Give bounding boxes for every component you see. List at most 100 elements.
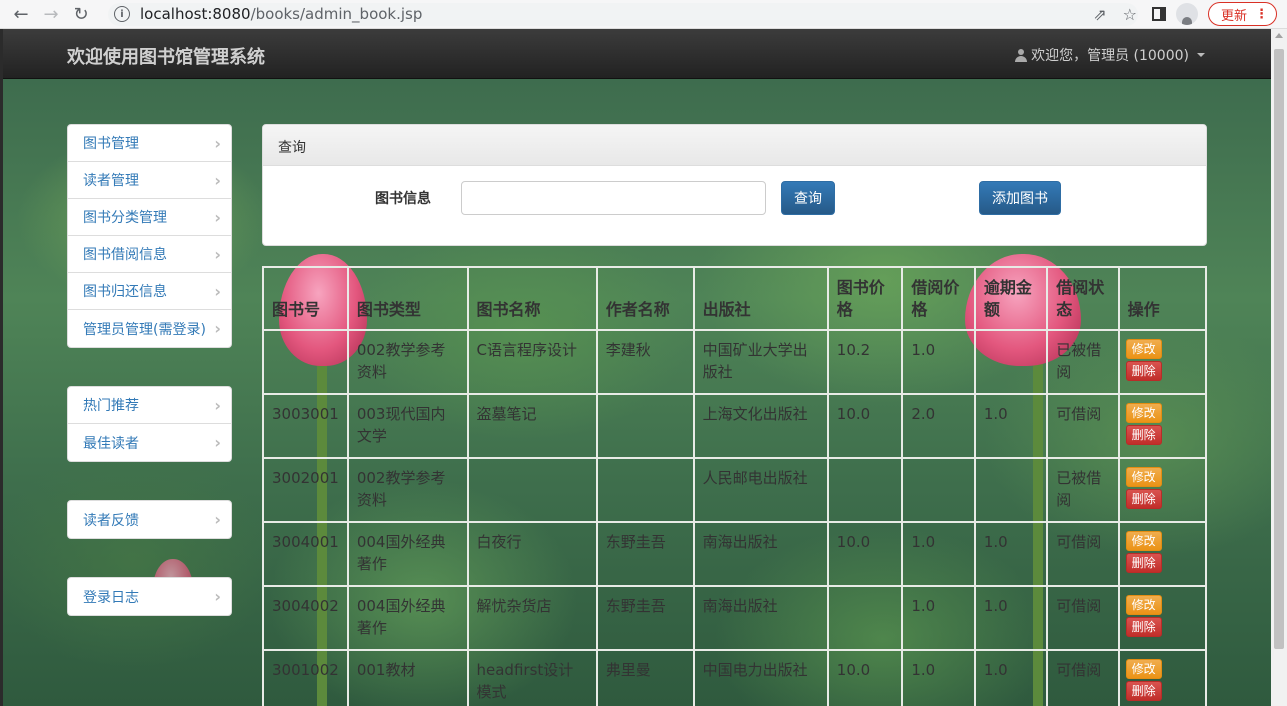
- profile-avatar[interactable]: [1175, 3, 1198, 25]
- menu-dots-icon: ⋮: [1255, 6, 1268, 22]
- sidebar-item-hot-recommend[interactable]: 热门推荐 ›: [68, 387, 231, 424]
- chevron-right-icon: ›: [214, 281, 221, 301]
- share-icon[interactable]: ⇗: [1093, 5, 1106, 24]
- header-book-name: 图书名称: [466, 266, 598, 331]
- edit-button[interactable]: 修改: [1125, 659, 1162, 679]
- header-actions: 操作: [1117, 266, 1208, 331]
- books-table: 图书号 图书类型 图书名称 作者名称 出版社 图书价格 借阅价格 逾期金额 借阅…: [262, 266, 1208, 706]
- chevron-right-icon: ›: [214, 133, 221, 153]
- delete-button[interactable]: 删除: [1125, 617, 1162, 637]
- sidebar-item-label: 图书归还信息: [83, 284, 167, 300]
- brand-title[interactable]: 欢迎使用图书馆管理系统: [67, 43, 265, 69]
- cell-book-type: 003现代国内文学: [346, 393, 469, 459]
- side-panel-icon[interactable]: [1151, 7, 1166, 21]
- sidebar-item-label: 图书借阅信息: [83, 247, 167, 263]
- info-icon[interactable]: i: [114, 6, 130, 22]
- edit-button[interactable]: 修改: [1125, 595, 1162, 615]
- cell-borrow-price: [901, 457, 976, 523]
- sidebar-group-log: 登录日志 ›: [67, 577, 232, 616]
- delete-button[interactable]: 删除: [1125, 681, 1162, 701]
- sidebar-group-recommend: 热门推荐 › 最佳读者 ›: [67, 386, 232, 462]
- cell-book-name: [466, 457, 598, 523]
- cell-book-id: 3004001: [262, 521, 349, 587]
- update-label: 更新: [1220, 8, 1247, 24]
- table-row: 3004002 004国外经典著作 解忧杂货店 东野圭吾 南海出版社 1.0 1.0 可借阅修…: [262, 585, 1208, 651]
- cell-book-id: 3001002: [262, 649, 349, 706]
- book-info-search-input[interactable]: [461, 181, 766, 215]
- vertical-scrollbar[interactable]: [1271, 29, 1287, 706]
- sidebar-item-borrow-info[interactable]: 图书借阅信息 ›: [68, 236, 231, 273]
- scrollbar-thumb[interactable]: [1274, 49, 1284, 649]
- page: 欢迎使用图书馆管理系统 欢迎您，管理员 (10000) 图书管理 › 读者管理 › …: [3, 29, 1271, 706]
- cell-publisher: 人民邮电出版社: [692, 457, 829, 523]
- cell-borrow-status: 可借阅: [1046, 393, 1120, 459]
- sidebar-item-reader-management[interactable]: 读者管理 ›: [68, 162, 231, 199]
- cell-book-name: 盗墓笔记: [466, 393, 598, 459]
- sidebar-item-label: 热门推荐: [83, 398, 139, 414]
- delete-button[interactable]: 删除: [1125, 553, 1162, 573]
- chevron-right-icon: ›: [214, 207, 221, 227]
- bookmark-star-icon[interactable]: ☆: [1123, 5, 1137, 24]
- forward-arrow-icon[interactable]: →: [36, 0, 66, 29]
- delete-button[interactable]: 删除: [1125, 425, 1162, 445]
- address-bar[interactable]: i localhost:8080/books/admin_book.jsp: [108, 2, 1138, 26]
- edit-button[interactable]: 修改: [1125, 531, 1162, 551]
- cell-author: 弗里曼: [595, 649, 695, 706]
- cell-author: [595, 457, 695, 523]
- query-panel: 查询 图书信息 查询 添加图书: [262, 124, 1207, 246]
- sidebar-item-login-log[interactable]: 登录日志 ›: [68, 578, 231, 615]
- cell-book-price: 10.0: [826, 521, 904, 587]
- cell-overdue-amount: 1.0: [973, 585, 1049, 651]
- cell-book-id: 3002001: [262, 457, 349, 523]
- chevron-right-icon: ›: [214, 433, 221, 452]
- cell-book-price: 10.0: [826, 393, 904, 459]
- cell-borrow-price: 1.0: [901, 649, 976, 706]
- sidebar-item-category-management[interactable]: 图书分类管理 ›: [68, 199, 231, 236]
- cell-book-id: [262, 329, 349, 395]
- cell-overdue-amount: [973, 457, 1049, 523]
- reload-icon[interactable]: ↻: [66, 0, 96, 29]
- add-book-button[interactable]: 添加图书: [979, 181, 1061, 215]
- edit-button[interactable]: 修改: [1125, 339, 1162, 359]
- table-row: 3004001 004国外经典著作 白夜行 东野圭吾 南海出版社 10.0 1.0 1.0 可借…: [262, 521, 1208, 587]
- scroll-up-arrow-icon[interactable]: [1275, 33, 1283, 38]
- url-host: localhost:8080: [140, 5, 251, 23]
- sidebar-item-reader-feedback[interactable]: 读者反馈 ›: [68, 501, 231, 538]
- cell-author: 李建秋: [595, 329, 695, 395]
- table-row: 002教学参考资料 C语言程序设计 李建秋 中国矿业大学出版社 10.2 1.0 已被借阅修…: [262, 329, 1208, 395]
- sidebar-item-label: 登录日志: [83, 589, 139, 606]
- delete-button[interactable]: 删除: [1125, 489, 1162, 509]
- cell-borrow-price: 1.0: [901, 585, 976, 651]
- back-arrow-icon[interactable]: ←: [6, 0, 36, 29]
- cell-book-type: 004国外经典著作: [346, 521, 469, 587]
- table-row: 3002001 002教学参考资料 人民邮电出版社 已被借阅 修改 删除: [262, 457, 1208, 523]
- cell-overdue-amount: 1.0: [973, 521, 1049, 587]
- cell-publisher: 南海出版社: [692, 521, 829, 587]
- delete-button[interactable]: 删除: [1125, 361, 1162, 381]
- user-dropdown[interactable]: 欢迎您，管理员 (10000): [1015, 45, 1205, 65]
- chevron-right-icon: ›: [214, 587, 221, 606]
- user-label: 欢迎您，管理员 (10000): [1031, 48, 1189, 64]
- chevron-right-icon: ›: [214, 510, 221, 529]
- edit-button[interactable]: 修改: [1125, 467, 1162, 487]
- sidebar-item-label: 最佳读者: [83, 435, 139, 452]
- sidebar-item-book-management[interactable]: 图书管理 ›: [68, 125, 231, 162]
- edit-button[interactable]: 修改: [1125, 403, 1162, 423]
- cell-borrow-status: 可借阅: [1046, 649, 1120, 706]
- cell-actions: 修改 删除: [1117, 457, 1208, 523]
- cell-overdue-amount: [973, 329, 1049, 395]
- update-button[interactable]: 更新 ⋮: [1207, 2, 1277, 26]
- cell-publisher: 中国矿业大学出版社: [692, 329, 829, 395]
- cell-overdue-amount: 1.0: [973, 393, 1049, 459]
- caret-down-icon: [1197, 53, 1205, 57]
- search-button[interactable]: 查询: [781, 181, 835, 215]
- sidebar-group-management: 图书管理 › 读者管理 › 图书分类管理 › 图书借阅信息 › 图书归还信息 › 管理员管…: [67, 124, 232, 348]
- sidebar-item-return-info[interactable]: 图书归还信息 ›: [68, 273, 231, 310]
- sidebar-item-best-readers[interactable]: 最佳读者 ›: [68, 424, 231, 461]
- header-borrow-price: 借阅价格: [901, 266, 976, 331]
- sidebar-item-label: 读者管理: [83, 173, 139, 189]
- cell-book-name: 解忧杂货店: [466, 585, 598, 651]
- top-navbar: 欢迎使用图书馆管理系统 欢迎您，管理员 (10000): [3, 29, 1271, 79]
- sidebar-item-admin-management[interactable]: 管理员管理(需登录) ›: [68, 310, 231, 347]
- cell-borrow-status: 可借阅: [1046, 521, 1120, 587]
